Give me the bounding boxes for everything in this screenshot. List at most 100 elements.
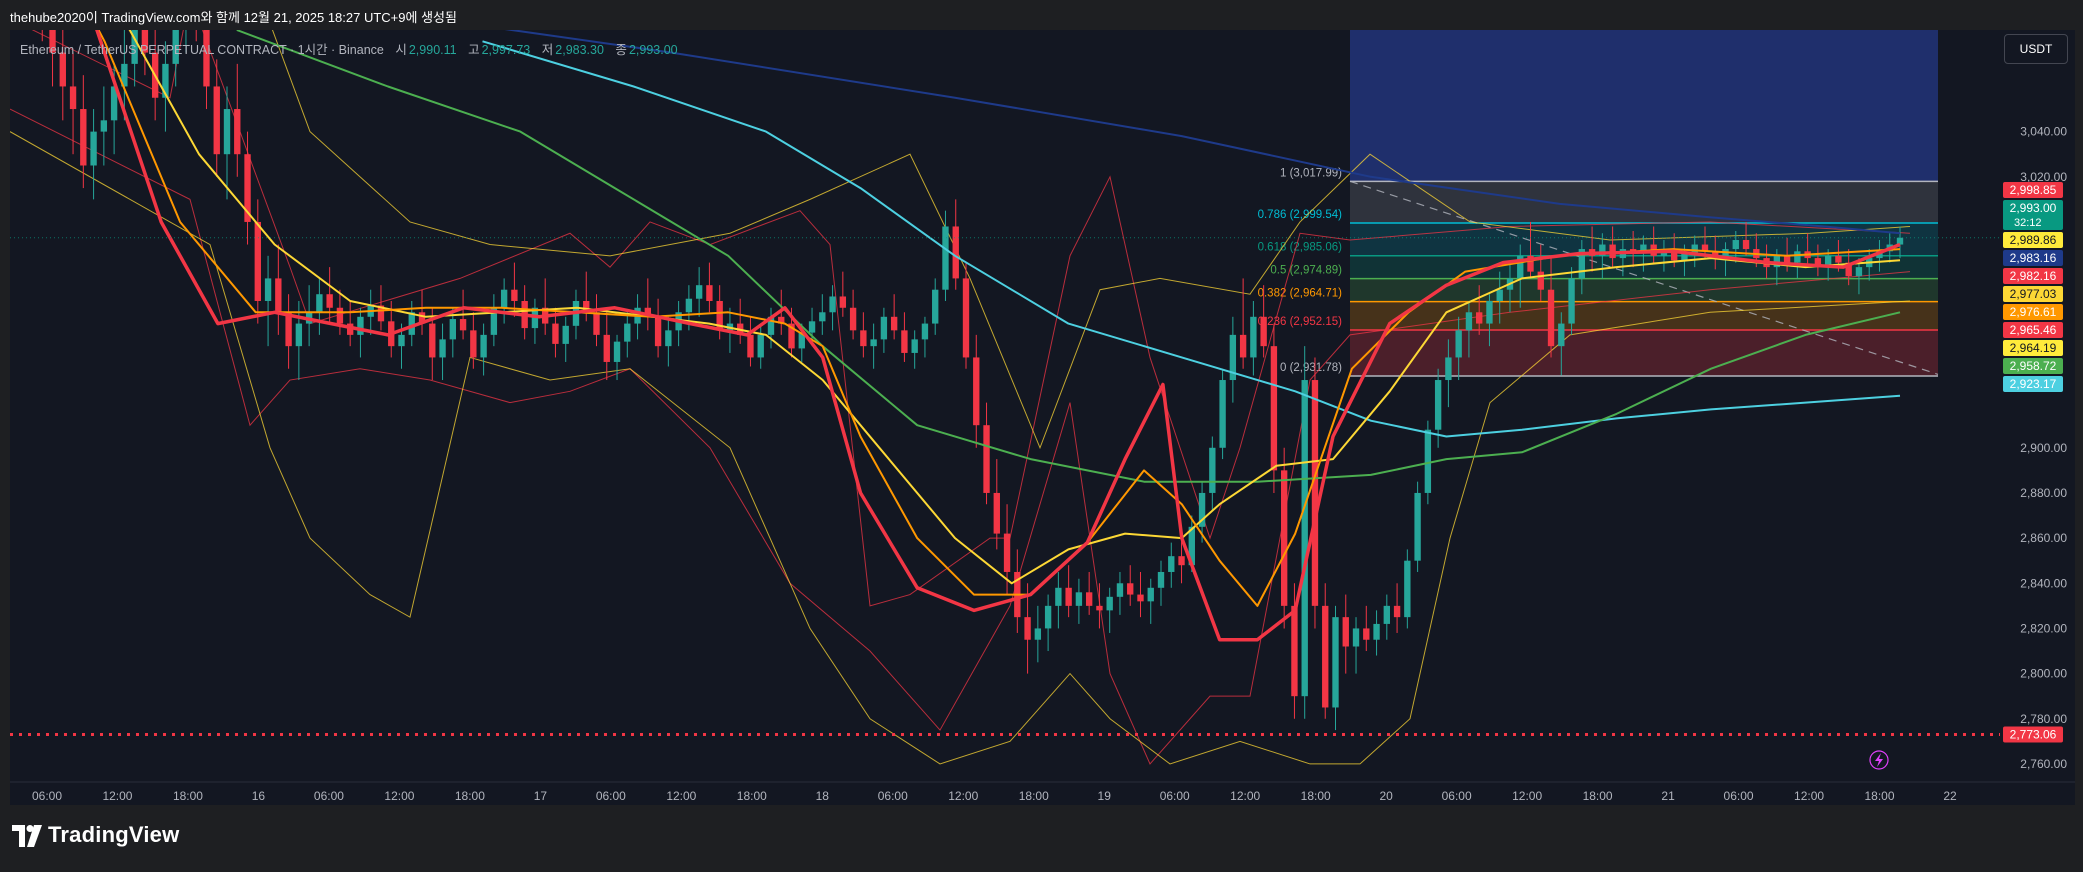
candle-body xyxy=(1742,240,1750,250)
candle-body xyxy=(921,323,929,340)
candle-body xyxy=(624,323,631,342)
candle-body xyxy=(890,316,898,331)
fib-extension-zone xyxy=(1350,30,1938,182)
candle-body xyxy=(254,221,261,301)
price-axis xyxy=(2000,30,2075,805)
candle-body xyxy=(1332,617,1339,708)
candle-body xyxy=(1239,334,1247,358)
open-label: 시 xyxy=(395,43,407,57)
candle-body xyxy=(1168,556,1175,572)
currency-button[interactable]: USDT xyxy=(2004,34,2068,64)
time-tick-label: 20 xyxy=(1379,789,1393,803)
candle-body xyxy=(90,131,97,166)
time-tick-label: 12:00 xyxy=(666,789,696,803)
candle-body xyxy=(1127,583,1134,595)
price-badge: 2,977.03 xyxy=(2003,286,2063,302)
fib-level-label: 0.786 (2,999.54) xyxy=(1258,209,1343,221)
time-tick-label: 06:00 xyxy=(1160,789,1190,803)
candle-body xyxy=(1414,492,1421,561)
price-badge-value: 2,923.17 xyxy=(2010,377,2057,391)
time-tick-label: 12:00 xyxy=(948,789,978,803)
symbol-legend[interactable]: Ethereum / TetherUS PERPETUAL CONTRACT ·… xyxy=(20,39,678,58)
price-badge-value: 2,983.16 xyxy=(2010,251,2057,265)
candle-body xyxy=(1783,255,1791,263)
time-tick-label: 17 xyxy=(534,789,548,803)
price-badge-value: 2,998.85 xyxy=(2010,183,2057,197)
candle-body xyxy=(1085,592,1093,606)
candle-body xyxy=(1044,605,1052,629)
time-tick-label: 18:00 xyxy=(173,789,203,803)
candle-body xyxy=(1065,587,1072,606)
candle-body xyxy=(880,316,888,340)
price-tick-label: 2,840.00 xyxy=(2020,576,2067,590)
candle-body xyxy=(1424,429,1432,493)
candle-body xyxy=(480,334,487,358)
candle-body xyxy=(1794,251,1801,263)
tradingview-logo-text: TradingView xyxy=(48,822,180,847)
candle-body xyxy=(511,289,518,301)
time-tick-label: 06:00 xyxy=(596,789,626,803)
fib-level-label: 0.5 (2,974.89) xyxy=(1270,265,1342,277)
price-badge-value: 2,976.61 xyxy=(2010,305,2057,319)
candle-body xyxy=(1280,470,1288,606)
time-tick-label: 18:00 xyxy=(1301,789,1331,803)
price-badge: 2,993.00 32:12 xyxy=(2003,200,2063,230)
time-tick-label: 12:00 xyxy=(1230,789,1260,803)
candle-body xyxy=(593,312,600,335)
footer-bar xyxy=(0,805,2083,872)
candle-body xyxy=(849,307,857,331)
candle-body xyxy=(470,330,477,358)
price-tick-label: 2,880.00 xyxy=(2020,486,2067,500)
price-badge-value: 2,982.16 xyxy=(2010,269,2057,283)
time-tick-label: 12:00 xyxy=(1794,789,1824,803)
candle-body xyxy=(1568,278,1575,324)
close-label: 종 xyxy=(615,43,627,57)
candle-body xyxy=(695,285,703,299)
candle-body xyxy=(1445,357,1452,381)
price-badge: 2,998.85 xyxy=(2003,182,2063,198)
price-chart[interactable]: 1 (3,017.99)0.786 (2,999.54)0.618 (2,985… xyxy=(10,30,2075,805)
candle-body xyxy=(1486,300,1493,324)
time-tick-label: 12:00 xyxy=(384,789,414,803)
candle-body xyxy=(408,312,415,335)
candle-body xyxy=(1260,316,1267,347)
top-attribution-bar: thehube2020이 TradingView.com와 함께 12월 21,… xyxy=(0,0,2083,30)
candle-body xyxy=(1342,617,1349,647)
price-badge-value: 2,964.19 xyxy=(2010,341,2057,355)
candle-body xyxy=(69,86,77,110)
candle-body xyxy=(1855,267,1863,277)
time-tick-label: 19 xyxy=(1098,789,1112,803)
candle-body xyxy=(942,226,949,290)
fib-zone xyxy=(1350,181,1938,223)
time-tick-label: 18:00 xyxy=(1865,789,1895,803)
candle-body xyxy=(932,289,939,324)
candle-body xyxy=(1219,380,1226,448)
candle-body xyxy=(285,312,292,347)
candle-body xyxy=(993,492,1000,534)
price-badge-countdown: 32:12 xyxy=(2014,217,2042,229)
price-badge: 2,983.16 xyxy=(2003,250,2063,266)
symbol-name[interactable]: Ethereum / TetherUS PERPETUAL CONTRACT ·… xyxy=(20,43,384,57)
candle-body xyxy=(234,109,241,155)
candle-body xyxy=(819,312,826,322)
time-tick-label: 18:00 xyxy=(1583,789,1613,803)
candle-body xyxy=(706,285,713,301)
candle-body xyxy=(1404,560,1411,618)
candle-body xyxy=(1250,316,1257,358)
candle-body xyxy=(316,294,323,313)
candle-body xyxy=(1270,346,1278,471)
chart-panel[interactable]: 1 (3,017.99) 0.786 (2,999.54) 0.618 (2,985… xyxy=(10,30,2075,805)
lightning-icon xyxy=(1869,750,1889,770)
fib-level-label: 0.618 (2,985.06) xyxy=(1258,242,1343,254)
candle-body xyxy=(1434,380,1442,430)
price-badge: 2,976.61 xyxy=(2003,304,2063,320)
time-tick-label: 06:00 xyxy=(32,789,62,803)
candle-body xyxy=(1558,323,1565,347)
price-tick-label: 3,020.00 xyxy=(2020,170,2067,184)
fib-level-label: 0.236 (2,952.15) xyxy=(1258,316,1343,328)
candle-body xyxy=(747,334,754,358)
candle-body xyxy=(1116,583,1124,597)
candle-body xyxy=(685,298,693,313)
price-badge-value: 2,993.00 xyxy=(2010,201,2057,215)
candle-body xyxy=(439,339,446,358)
